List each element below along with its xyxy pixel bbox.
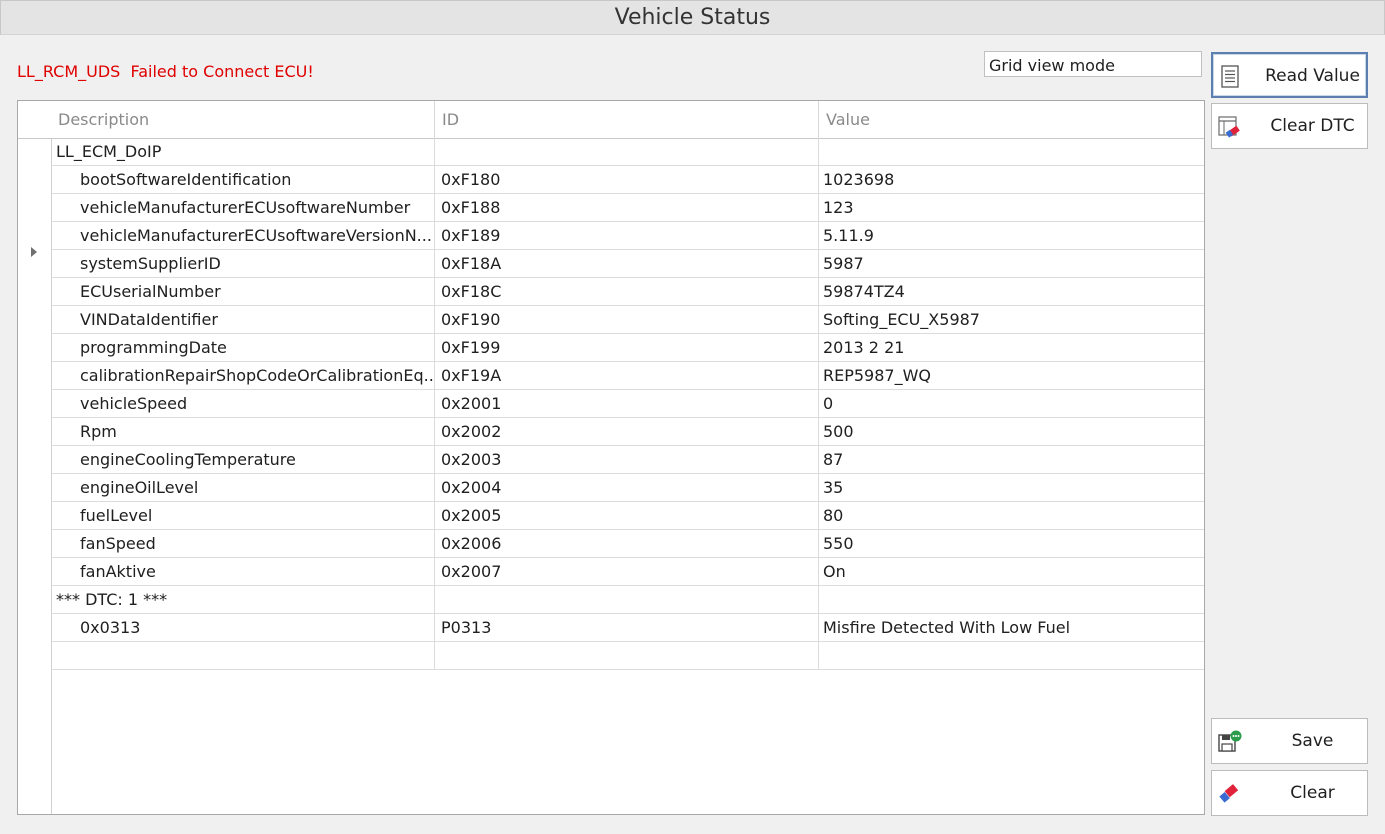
table-row[interactable]: ECUserialNumber 0xF18C 59874TZ4 (51, 278, 1204, 306)
eraser-table-icon (1217, 114, 1243, 140)
cell-value[interactable]: 87 (819, 446, 1204, 473)
table-row[interactable]: fanSpeed 0x2006 550 (51, 530, 1204, 558)
column-header-description[interactable]: Description (51, 101, 435, 138)
cell-value[interactable]: 1023698 (819, 166, 1204, 193)
cell-description[interactable]: vehicleManufacturerECUsoftwareVersionN..… (51, 222, 435, 249)
read-value-button[interactable]: Read Value (1211, 52, 1368, 98)
cell-id[interactable]: 0x2005 (435, 502, 819, 529)
cell-description[interactable]: Rpm (51, 418, 435, 445)
cell-id[interactable]: P0313 (435, 614, 819, 641)
table-row[interactable]: engineCoolingTemperature 0x2003 87 (51, 446, 1204, 474)
table-row[interactable]: engineOilLevel 0x2004 35 (51, 474, 1204, 502)
cell-description[interactable]: ECUserialNumber (51, 278, 435, 305)
cell-description[interactable]: fuelLevel (51, 502, 435, 529)
column-header-id[interactable]: ID (435, 101, 819, 138)
vehicle-status-grid: Description ID Value LL_ECM_DoIP bootSoft… (17, 100, 1205, 815)
save-label: Save (1291, 731, 1334, 751)
table-row[interactable]: calibrationRepairShopCodeOrCalibrationEq… (51, 362, 1204, 390)
cell-description[interactable]: programmingDate (51, 334, 435, 361)
cell-id[interactable]: 0xF188 (435, 194, 819, 221)
cell-value[interactable]: 550 (819, 530, 1204, 557)
cell-description[interactable]: vehicleSpeed (51, 390, 435, 417)
cell-id[interactable]: 0xF18C (435, 278, 819, 305)
cell-description[interactable]: engineCoolingTemperature (51, 446, 435, 473)
table-row[interactable]: fanAktive 0x2007 On (51, 558, 1204, 586)
cell-description[interactable]: bootSoftwareIdentification (51, 166, 435, 193)
cell-id[interactable] (435, 138, 819, 165)
cell-id[interactable] (435, 642, 819, 669)
cell-value[interactable]: 5987 (819, 250, 1204, 277)
clear-dtc-button[interactable]: Clear DTC (1211, 103, 1368, 149)
cell-value[interactable] (819, 138, 1204, 165)
cell-description[interactable]: 0x0313 (51, 614, 435, 641)
save-button[interactable]: Save (1211, 718, 1368, 764)
table-row[interactable] (51, 642, 1204, 670)
cell-description[interactable]: VINDataIdentifier (51, 306, 435, 333)
cell-description[interactable]: calibrationRepairShopCodeOrCalibrationEq… (51, 362, 435, 389)
cell-description[interactable]: fanAktive (51, 558, 435, 585)
cell-id[interactable]: 0xF190 (435, 306, 819, 333)
cell-description[interactable]: systemSupplierID (51, 250, 435, 277)
clear-dtc-label: Clear DTC (1270, 116, 1355, 136)
cell-value[interactable]: Softing_ECU_X5987 (819, 306, 1204, 333)
table-row[interactable]: 0x0313 P0313 Misfire Detected With Low Fue… (51, 614, 1204, 642)
cell-value[interactable]: 123 (819, 194, 1204, 221)
cell-value[interactable] (819, 642, 1204, 669)
window-title: Vehicle Status (0, 0, 1385, 35)
cell-id[interactable]: 0x2001 (435, 390, 819, 417)
cell-description[interactable]: *** DTC: 1 *** (51, 586, 435, 613)
table-row[interactable]: Rpm 0x2002 500 (51, 418, 1204, 446)
cell-description[interactable] (51, 642, 435, 669)
cell-id[interactable]: 0x2006 (435, 530, 819, 557)
read-value-label: Read Value (1265, 66, 1360, 86)
cell-value[interactable] (819, 586, 1204, 613)
cell-description[interactable]: vehicleManufacturerECUsoftwareNumber (51, 194, 435, 221)
table-row[interactable]: programmingDate 0xF199 2013 2 21 (51, 334, 1204, 362)
cell-description[interactable]: fanSpeed (51, 530, 435, 557)
cell-id[interactable]: 0x2007 (435, 558, 819, 585)
cell-description[interactable]: engineOilLevel (51, 474, 435, 501)
grid-header: Description ID Value (18, 101, 1204, 139)
cell-id[interactable]: 0xF18A (435, 250, 819, 277)
row-indicator-column (18, 101, 52, 814)
cell-value[interactable]: 2013 2 21 (819, 334, 1204, 361)
cell-value[interactable]: 80 (819, 502, 1204, 529)
table-row[interactable]: VINDataIdentifier 0xF190 Softing_ECU_X5987 (51, 306, 1204, 334)
table-row[interactable]: *** DTC: 1 *** (51, 586, 1204, 614)
cell-description[interactable]: LL_ECM_DoIP (51, 138, 435, 165)
table-row[interactable]: fuelLevel 0x2005 80 (51, 502, 1204, 530)
view-mode-field[interactable]: Grid view mode (984, 51, 1202, 77)
cell-value[interactable]: 500 (819, 418, 1204, 445)
expand-arrow-icon[interactable] (31, 247, 37, 257)
cell-value[interactable]: 35 (819, 474, 1204, 501)
table-row[interactable]: systemSupplierID 0xF18A 5987 (51, 250, 1204, 278)
table-row[interactable]: vehicleSpeed 0x2001 0 (51, 390, 1204, 418)
clear-label: Clear (1290, 783, 1335, 803)
table-row[interactable]: vehicleManufacturerECUsoftwareVersionN..… (51, 222, 1204, 250)
cell-value[interactable]: 5.11.9 (819, 222, 1204, 249)
cell-value[interactable]: 0 (819, 390, 1204, 417)
table-row[interactable]: LL_ECM_DoIP (51, 138, 1204, 166)
cell-value[interactable]: Misfire Detected With Low Fuel (819, 614, 1204, 641)
cell-id[interactable]: 0x2002 (435, 418, 819, 445)
cell-id[interactable]: 0xF189 (435, 222, 819, 249)
save-disk-icon (1217, 729, 1243, 755)
cell-value[interactable]: On (819, 558, 1204, 585)
table-row[interactable]: vehicleManufacturerECUsoftwareNumber 0xF1… (51, 194, 1204, 222)
cell-id[interactable]: 0x2003 (435, 446, 819, 473)
cell-id[interactable]: 0xF180 (435, 166, 819, 193)
cell-id[interactable]: 0x2004 (435, 474, 819, 501)
cell-value[interactable]: 59874TZ4 (819, 278, 1204, 305)
cell-value[interactable]: REP5987_WQ (819, 362, 1204, 389)
eraser-icon (1217, 781, 1243, 807)
table-row[interactable]: bootSoftwareIdentification 0xF180 1023698 (51, 166, 1204, 194)
cell-id[interactable] (435, 586, 819, 613)
clear-button[interactable]: Clear (1211, 770, 1368, 816)
column-header-value[interactable]: Value (819, 101, 1204, 138)
cell-id[interactable]: 0xF199 (435, 334, 819, 361)
document-lines-icon (1218, 64, 1244, 90)
cell-id[interactable]: 0xF19A (435, 362, 819, 389)
connection-error-message: LL_RCM_UDS Failed to Connect ECU! (17, 62, 314, 81)
